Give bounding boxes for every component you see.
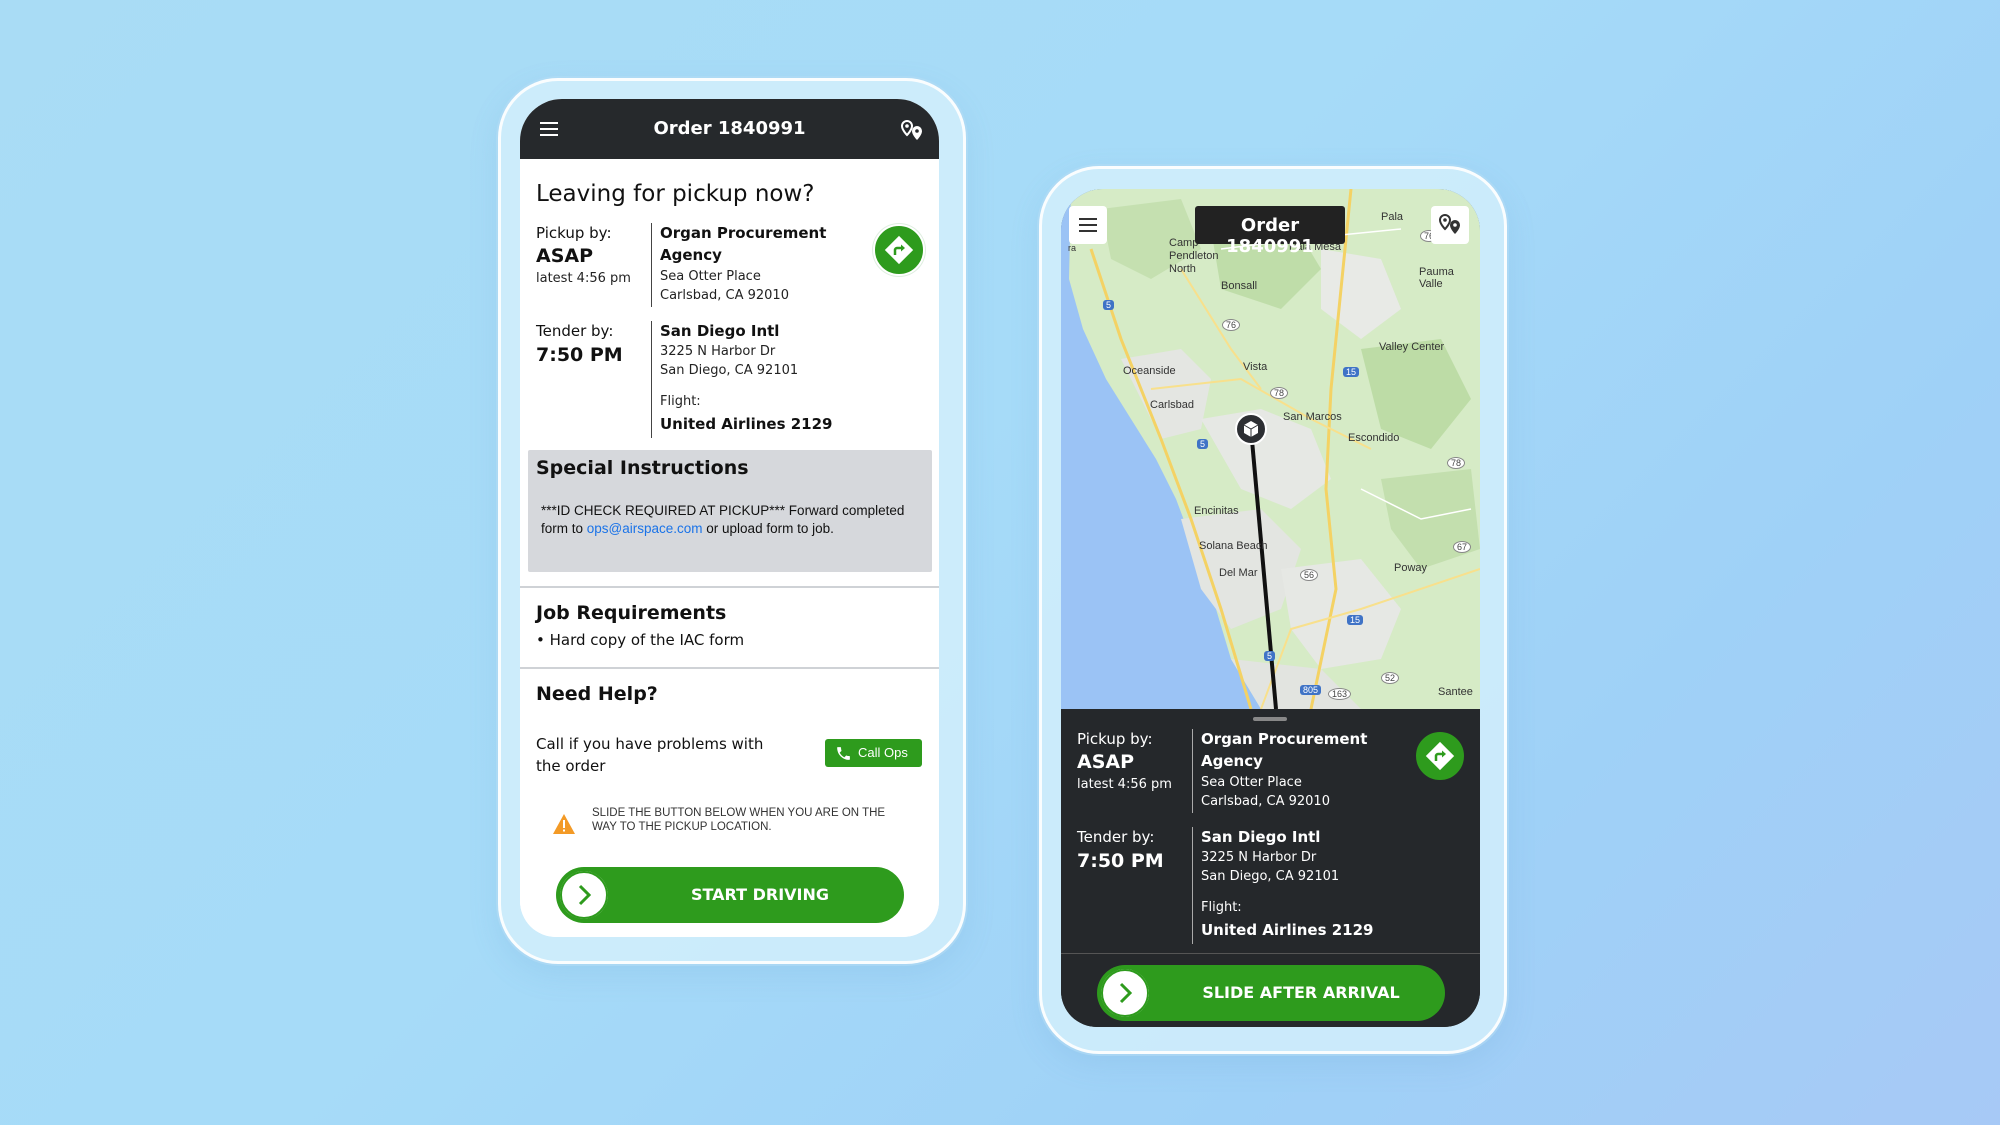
tender-label: Tender by:: [536, 322, 614, 340]
right-phone-screen: Pala Camp Pendleton North Pala Mesa Paum…: [1061, 189, 1480, 1027]
map-pins-icon: [1438, 213, 1460, 234]
slide-warning: SLIDE THE BUTTON BELOW WHEN YOU ARE ON T…: [592, 807, 886, 833]
pickup-location-name: Organ Procurement Agency: [660, 224, 827, 264]
route-shield: 5: [1264, 651, 1276, 661]
route-map[interactable]: Pala Camp Pendleton North Pala Mesa Paum…: [1061, 189, 1480, 709]
pickup-address: Sea Otter Place Carlsbad, CA 92010: [1201, 775, 1330, 809]
job-requirements-title: Job Requirements: [536, 602, 727, 624]
menu-icon: [1079, 218, 1097, 232]
map-label: Valley Center: [1379, 341, 1445, 353]
divider: [651, 321, 652, 438]
pickup-label: Pickup by:: [1077, 730, 1153, 748]
map-label: Encinitas: [1194, 505, 1239, 517]
route-shield: 5: [1197, 439, 1209, 449]
map-label: Poway: [1394, 562, 1428, 574]
divider: [1192, 729, 1193, 813]
special-instructions-title: Special Instructions: [536, 457, 749, 479]
order-title-chip: Order 1840991: [1195, 206, 1345, 257]
route-shield: 56: [1300, 569, 1319, 581]
warning-icon: [553, 814, 575, 834]
tender-label: Tender by:: [1077, 828, 1155, 846]
slider-knob[interactable]: [1101, 969, 1149, 1017]
divider: [651, 223, 652, 307]
email-link[interactable]: ops@airspace.com: [587, 521, 703, 536]
need-help-title: Need Help?: [536, 683, 658, 705]
map-label: Vista: [1243, 361, 1268, 373]
tender-address: 3225 N Harbor Dr San Diego, CA 92101: [660, 344, 799, 378]
special-instructions-box: Special Instructions ***ID CHECK REQUIRE…: [528, 450, 932, 572]
help-text: Call if you have problems with the order: [536, 735, 764, 775]
header-bar: Order 1840991: [520, 99, 939, 159]
tender-address: 3225 N Harbor Dr San Diego, CA 92101: [1201, 850, 1340, 884]
chevron-right-icon: [1101, 969, 1149, 1017]
route-shield: 163: [1328, 688, 1352, 700]
job-requirement-item: • Hard copy of the IAC form: [536, 631, 745, 649]
map-label: Solana Beach: [1199, 540, 1268, 552]
route-shield: 52: [1381, 672, 1400, 684]
menu-button[interactable]: [1069, 206, 1107, 244]
special-instructions-text: ***ID CHECK REQUIRED AT PICKUP*** Forwar…: [541, 503, 905, 536]
chevron-right-icon: [560, 871, 608, 919]
slider-label: START DRIVING: [690, 885, 830, 904]
tender-time: 7:50 PM: [1077, 850, 1164, 872]
page-title: Order 1840991: [653, 118, 806, 139]
slider-knob[interactable]: [560, 871, 608, 919]
map-pins-icon[interactable]: [899, 119, 925, 143]
route-shield: 76: [1222, 319, 1241, 331]
directions-icon: [884, 235, 914, 265]
section-divider: [520, 667, 939, 669]
start-driving-slider[interactable]: START DRIVING: [556, 867, 904, 923]
section-divider: [520, 586, 939, 588]
slide-after-arrival-slider[interactable]: SLIDE AFTER ARRIVAL: [1097, 965, 1445, 1021]
route-shield: 5: [1103, 300, 1115, 310]
route-shield: ra: [1068, 243, 1077, 253]
route-shield: 67: [1453, 541, 1472, 553]
navigate-button[interactable]: [1414, 730, 1466, 782]
route-shield: 15: [1343, 367, 1360, 377]
slider-label: SLIDE AFTER ARRIVAL: [1202, 983, 1400, 1002]
map-label: Bonsall: [1221, 280, 1258, 292]
map-label: San Marcos: [1283, 411, 1342, 423]
pickup-address: Sea Otter Place Carlsbad, CA 92010: [660, 269, 789, 303]
map-label: Carlsbad: [1150, 399, 1195, 411]
map-label: Del Mar: [1219, 567, 1258, 579]
route-shield: 805: [1300, 685, 1322, 695]
pickup-location-name: Organ Procurement Agency: [1201, 730, 1368, 770]
pickup-time: ASAP: [536, 245, 594, 267]
pickup-latest: latest 4:56 pm: [1077, 777, 1172, 792]
flight-label: Flight:: [660, 394, 701, 409]
tender-location-name: San Diego Intl: [660, 322, 780, 340]
bottom-action-panel: SLIDE THE BUTTON BELOW WHEN YOU ARE ON T…: [520, 789, 939, 937]
flight-number: United Airlines 2129: [660, 415, 833, 433]
section-divider: [1061, 953, 1480, 954]
call-ops-button[interactable]: Call Ops: [825, 739, 922, 767]
tender-location-name: San Diego Intl: [1201, 828, 1321, 846]
map-label: Oceanside: [1123, 365, 1176, 377]
map-label: Santee: [1438, 686, 1473, 698]
route-shield: 78: [1270, 387, 1289, 399]
flight-label: Flight:: [1201, 900, 1242, 915]
directions-icon: [1425, 741, 1455, 771]
map-label: Pauma Valle: [1419, 266, 1454, 290]
order-details-sheet: Pickup by: ASAP latest 4:56 pm Organ Pro…: [1061, 709, 1480, 1027]
pickup-latest: latest 4:56 pm: [536, 271, 631, 286]
sheet-drag-handle[interactable]: [1253, 717, 1287, 721]
pickup-time: ASAP: [1077, 751, 1135, 773]
navigate-button[interactable]: [873, 224, 925, 276]
map-label: Pala: [1381, 211, 1404, 223]
map-pins-button[interactable]: [1431, 206, 1469, 244]
phone-icon: [837, 747, 850, 760]
left-phone-screen: Order 1840991 Leaving for pickup now? Pi…: [520, 99, 939, 937]
flight-number: United Airlines 2129: [1201, 921, 1374, 939]
divider: [1192, 827, 1193, 944]
pickup-question: Leaving for pickup now?: [536, 181, 815, 207]
map-background: [1061, 189, 1480, 709]
route-shield: 15: [1347, 615, 1364, 625]
pickup-label: Pickup by:: [536, 224, 612, 242]
route-shield: 78: [1447, 457, 1466, 469]
tender-time: 7:50 PM: [536, 344, 623, 366]
map-label: Escondido: [1348, 432, 1400, 444]
